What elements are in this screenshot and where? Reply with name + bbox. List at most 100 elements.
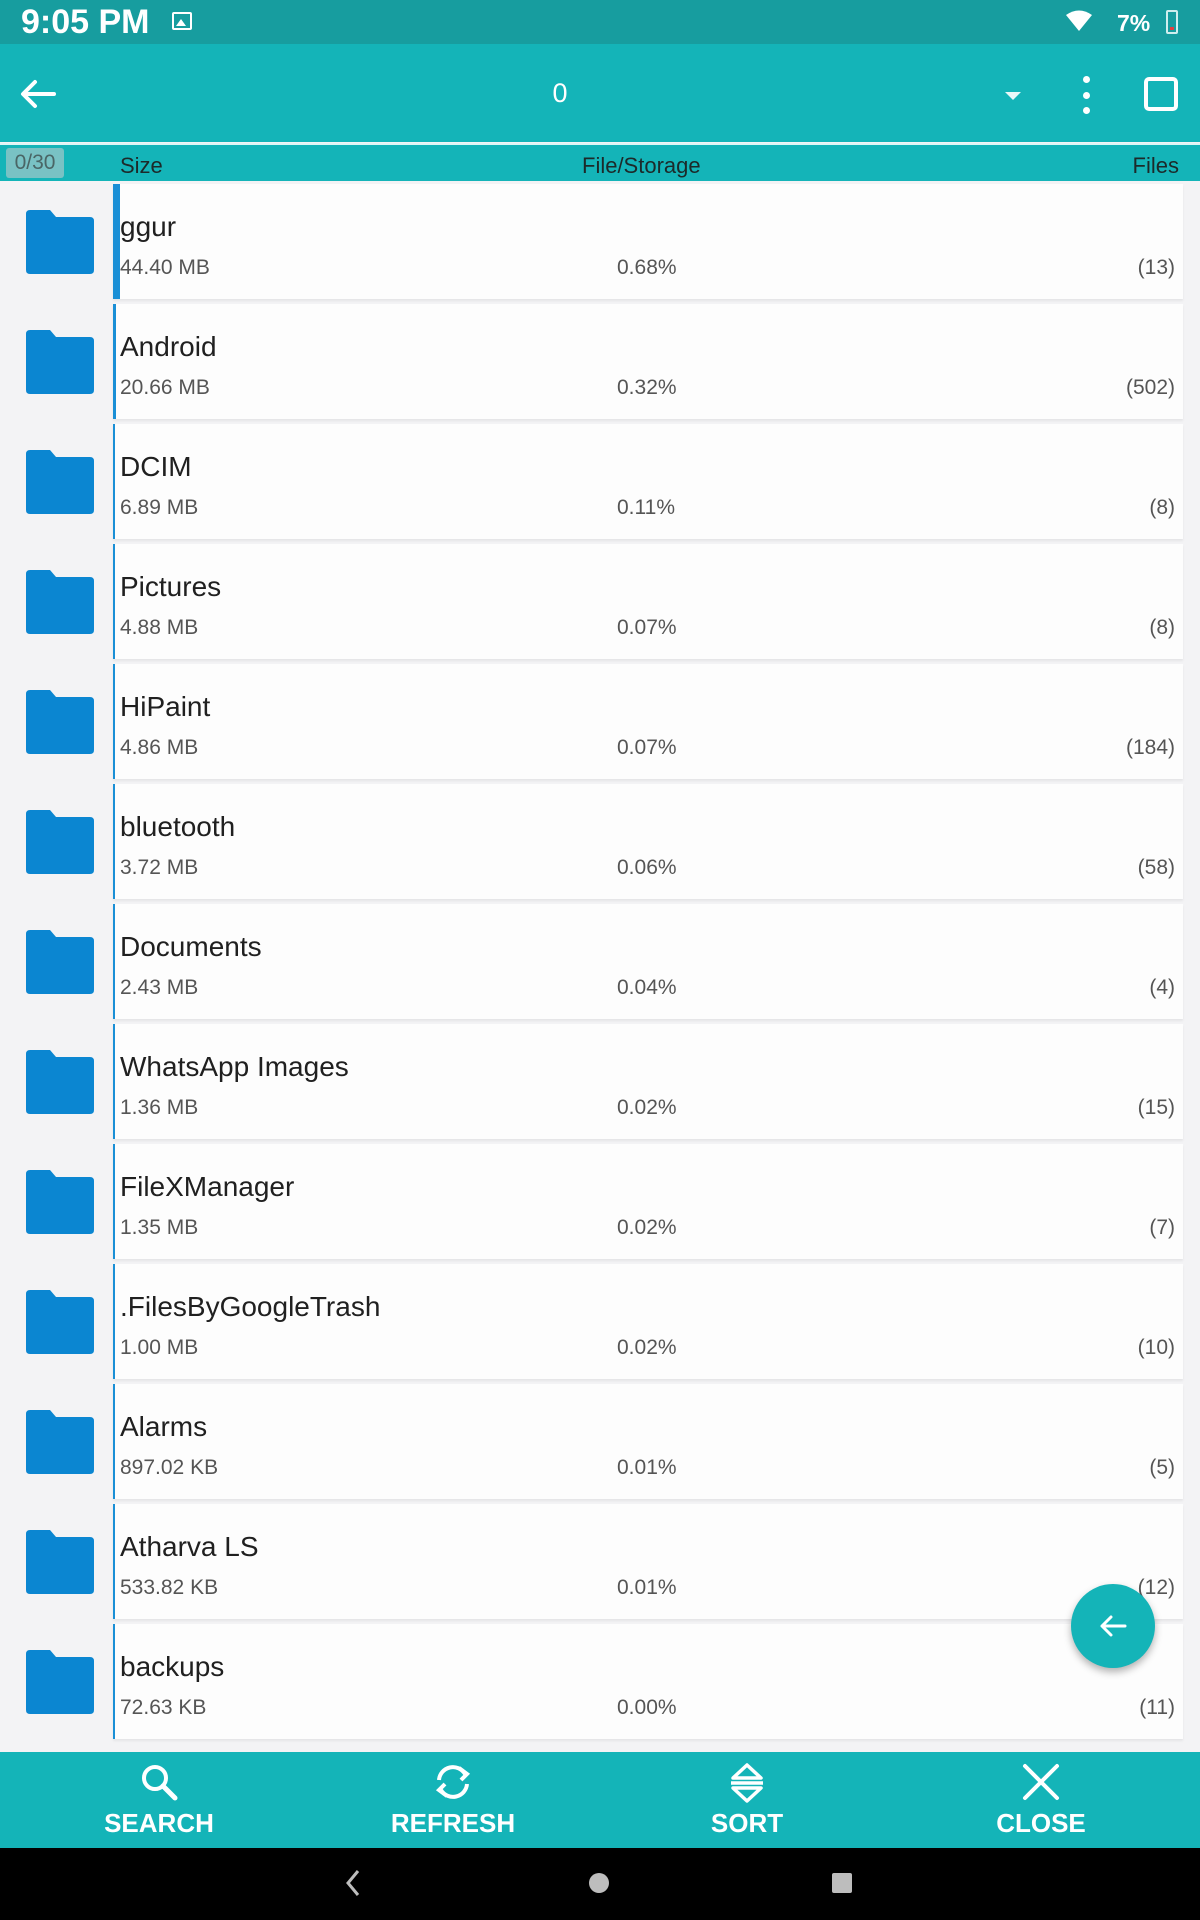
folder-row[interactable]: Pictures 4.88 MB 0.07% (8) — [0, 544, 1200, 664]
folder-icon — [26, 450, 94, 514]
folder-card[interactable]: Atharva LS 533.82 KB 0.01% (12) — [113, 1504, 1183, 1619]
folder-file-count: (4) — [1149, 976, 1175, 999]
folder-storage-percent: 0.02% — [617, 1336, 677, 1359]
folder-icon — [26, 1650, 94, 1714]
folder-size: 1.35 MB — [120, 1216, 199, 1239]
nav-back-icon[interactable] — [344, 1868, 362, 1898]
folder-card[interactable]: Pictures 4.88 MB 0.07% (8) — [113, 544, 1183, 659]
sort-button[interactable]: SORT — [667, 1752, 827, 1848]
folder-file-count: (502) — [1125, 376, 1175, 399]
folder-icon — [26, 690, 94, 754]
wifi-icon — [1066, 10, 1092, 31]
folder-file-count: (58) — [1137, 856, 1175, 879]
folder-name: bluetooth — [120, 811, 236, 842]
folder-card[interactable]: DCIM 6.89 MB 0.11% (8) — [113, 424, 1183, 539]
folder-icon — [26, 1290, 94, 1354]
close-button[interactable]: CLOSE — [961, 1752, 1121, 1848]
folder-card[interactable]: Alarms 897.02 KB 0.01% (5) — [113, 1384, 1183, 1499]
column-files-label[interactable]: Files — [1133, 153, 1179, 179]
folder-storage-percent: 0.00% — [617, 1696, 677, 1719]
close-label: CLOSE — [996, 1808, 1086, 1838]
usage-bar — [113, 1624, 115, 1739]
usage-bar — [113, 1264, 115, 1379]
folder-card[interactable]: ggur 44.40 MB 0.68% (13) — [113, 184, 1183, 299]
column-storage-label[interactable]: File/Storage — [582, 153, 701, 179]
folder-name: .FilesByGoogleTrash — [120, 1291, 381, 1322]
refresh-button[interactable]: REFRESH — [373, 1752, 533, 1848]
folder-row[interactable]: HiPaint 4.86 MB 0.07% (184) — [0, 664, 1200, 784]
search-label: SEARCH — [104, 1808, 214, 1838]
folder-storage-percent: 0.11% — [617, 496, 675, 519]
folder-row[interactable]: WhatsApp Images 1.36 MB 0.02% (15) — [0, 1024, 1200, 1144]
folder-row[interactable]: Atharva LS 533.82 KB 0.01% (12) — [0, 1504, 1200, 1624]
folder-storage-percent: 0.01% — [617, 1456, 677, 1479]
folder-row[interactable]: bluetooth 3.72 MB 0.06% (58) — [0, 784, 1200, 904]
folder-file-count: (10) — [1137, 1336, 1175, 1359]
folder-name: Android — [120, 331, 217, 362]
folder-size: 533.82 KB — [120, 1576, 219, 1599]
folder-storage-percent: 0.02% — [617, 1096, 677, 1119]
folder-size: 1.00 MB — [120, 1336, 199, 1359]
folder-size: 4.88 MB — [120, 616, 199, 639]
sort-label: SORT — [710, 1808, 784, 1838]
folder-card[interactable]: Documents 2.43 MB 0.04% (4) — [113, 904, 1183, 1019]
folder-name: DCIM — [120, 451, 192, 482]
folder-storage-percent: 0.04% — [617, 976, 677, 999]
folder-row[interactable]: Android 20.66 MB 0.32% (502) — [0, 304, 1200, 424]
search-icon — [142, 1765, 178, 1801]
folder-icon — [26, 1410, 94, 1474]
search-button[interactable]: SEARCH — [79, 1752, 239, 1848]
folder-file-count: (5) — [1149, 1456, 1175, 1479]
back-arrow-icon — [1100, 1615, 1127, 1637]
folder-row[interactable]: backups 72.63 KB 0.00% (11) — [0, 1624, 1200, 1744]
folder-icon — [26, 1050, 94, 1114]
back-button[interactable] — [12, 68, 64, 120]
folder-card[interactable]: backups 72.63 KB 0.00% (11) — [113, 1624, 1183, 1739]
nav-home-icon[interactable] — [589, 1873, 609, 1893]
folder-card[interactable]: bluetooth 3.72 MB 0.06% (58) — [113, 784, 1183, 899]
folder-storage-percent: 0.06% — [617, 856, 677, 879]
folder-storage-percent: 0.68% — [617, 256, 677, 279]
folder-name: HiPaint — [120, 691, 211, 722]
folder-card[interactable]: WhatsApp Images 1.36 MB 0.02% (15) — [113, 1024, 1183, 1139]
folder-file-count: (13) — [1137, 256, 1175, 279]
column-header: 0/30 Size File/Storage Files — [0, 143, 1200, 181]
column-size-label[interactable]: Size — [120, 153, 163, 179]
folder-icon — [26, 570, 94, 634]
folder-row[interactable]: FileXManager 1.35 MB 0.02% (7) — [0, 1144, 1200, 1264]
folder-name: backups — [120, 1651, 225, 1682]
folder-card[interactable]: .FilesByGoogleTrash 1.00 MB 0.02% (10) — [113, 1264, 1183, 1379]
system-nav-bar — [0, 1848, 1200, 1920]
folder-row[interactable]: ggur 44.40 MB 0.68% (13) — [0, 184, 1200, 304]
folder-row[interactable]: .FilesByGoogleTrash 1.00 MB 0.02% (10) — [0, 1264, 1200, 1384]
selection-count-badge: 0/30 — [6, 148, 64, 178]
folder-row[interactable]: Documents 2.43 MB 0.04% (4) — [0, 904, 1200, 1024]
folder-card[interactable]: FileXManager 1.35 MB 0.02% (7) — [113, 1144, 1183, 1259]
folder-card[interactable]: Android 20.66 MB 0.32% (502) — [113, 304, 1183, 419]
more-vert-icon — [1082, 76, 1090, 83]
usage-bar — [113, 904, 115, 1019]
refresh-label: REFRESH — [390, 1808, 516, 1838]
folder-file-count: (15) — [1137, 1096, 1175, 1119]
folder-storage-percent: 0.02% — [617, 1216, 677, 1239]
folder-row[interactable]: Alarms 897.02 KB 0.01% (5) — [0, 1384, 1200, 1504]
folder-size: 3.72 MB — [120, 856, 199, 879]
folder-storage-percent: 0.01% — [617, 1576, 677, 1599]
usage-bar — [113, 304, 116, 419]
select-all-checkbox-icon[interactable] — [1144, 77, 1178, 111]
folder-row[interactable]: DCIM 6.89 MB 0.11% (8) — [0, 424, 1200, 544]
usage-bar — [113, 184, 120, 299]
status-bar: 9:05 PM 7% — [0, 0, 1200, 44]
folder-size: 1.36 MB — [120, 1096, 199, 1119]
usage-bar — [113, 1024, 115, 1139]
folder-name: Pictures — [120, 571, 222, 602]
folder-card[interactable]: HiPaint 4.86 MB 0.07% (184) — [113, 664, 1183, 779]
folder-file-count: (11) — [1139, 1696, 1175, 1719]
usage-bar — [113, 544, 115, 659]
fab-back-button[interactable] — [1071, 1584, 1155, 1668]
nav-recents-icon[interactable] — [832, 1873, 852, 1893]
folder-size: 20.66 MB — [120, 376, 210, 399]
dropdown-arrow-icon[interactable] — [1005, 92, 1021, 100]
usage-bar — [113, 1504, 115, 1619]
more-options-button[interactable] — [1070, 72, 1102, 118]
